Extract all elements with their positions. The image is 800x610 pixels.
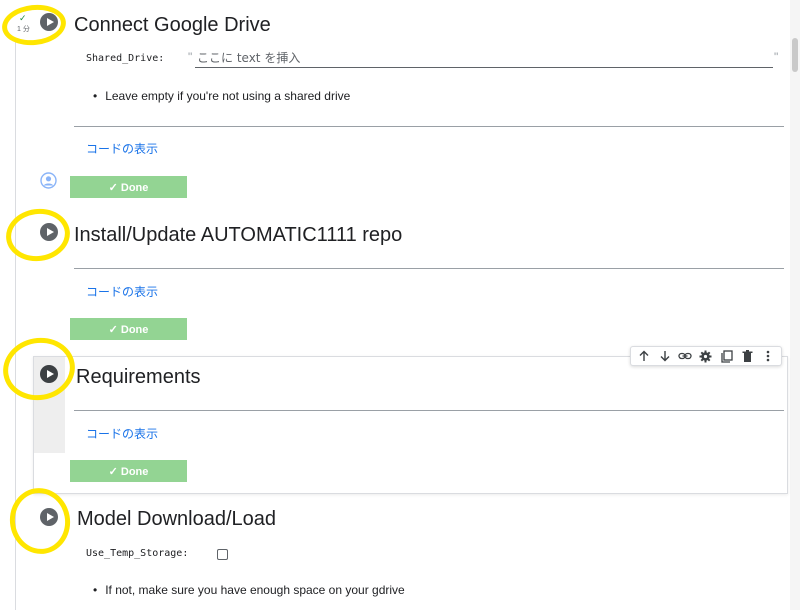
cell-title: Install/Update AUTOMATIC1111 repo [74, 224, 403, 246]
more-vert-icon[interactable] [760, 348, 776, 364]
quote-close: " [774, 50, 779, 64]
highlight-circle [2, 204, 74, 266]
divider [74, 410, 784, 411]
link-icon[interactable] [677, 348, 693, 364]
run-cell-button[interactable] [40, 365, 58, 383]
param-label-shared-drive: Shared_Drive: [86, 53, 165, 64]
play-icon [46, 228, 54, 236]
delete-icon[interactable] [739, 348, 755, 364]
cell-gutter-rule [15, 40, 16, 610]
execution-time: 1 分 [17, 26, 30, 33]
scrollbar-thumb[interactable] [792, 38, 798, 72]
executed-check-icon: ✓ [19, 13, 27, 23]
play-icon [46, 18, 54, 26]
use-temp-storage-checkbox[interactable] [217, 549, 228, 560]
show-code-link[interactable]: コードの表示 [86, 283, 158, 300]
show-code-link[interactable]: コードの表示 [86, 140, 158, 157]
gear-icon[interactable] [698, 348, 714, 364]
run-cell-button[interactable] [40, 508, 58, 526]
arrow-up-icon[interactable] [636, 348, 652, 364]
mirror-cell-icon[interactable] [719, 348, 735, 364]
cell-toolbar [630, 346, 782, 366]
show-code-link[interactable]: コードの表示 [86, 425, 158, 442]
status-done-bar: ✓ Done [70, 176, 187, 198]
run-cell-button[interactable] [40, 13, 58, 31]
arrow-down-icon[interactable] [657, 348, 673, 364]
param-label-use-temp-storage: Use_Temp_Storage: [86, 548, 189, 559]
status-done-bar: ✓ Done [70, 460, 187, 482]
run-cell-button[interactable] [40, 223, 58, 241]
cell-title: Connect Google Drive [74, 14, 271, 36]
note-bullet: If not, make sure you have enough space … [93, 583, 405, 597]
shared-drive-input[interactable] [195, 48, 773, 68]
divider [74, 126, 784, 127]
scrollbar[interactable] [790, 0, 800, 610]
cell-title: Model Download/Load [77, 508, 277, 530]
play-icon [46, 370, 54, 378]
quote-open: " [188, 50, 193, 64]
divider [74, 268, 784, 269]
play-icon [46, 513, 54, 521]
status-done-bar: ✓ Done [70, 318, 187, 340]
user-avatar-icon [40, 172, 57, 194]
note-bullet: Leave empty if you're not using a shared… [93, 89, 350, 103]
highlight-circle [0, 1, 68, 49]
cell-title: Requirements [76, 366, 201, 388]
